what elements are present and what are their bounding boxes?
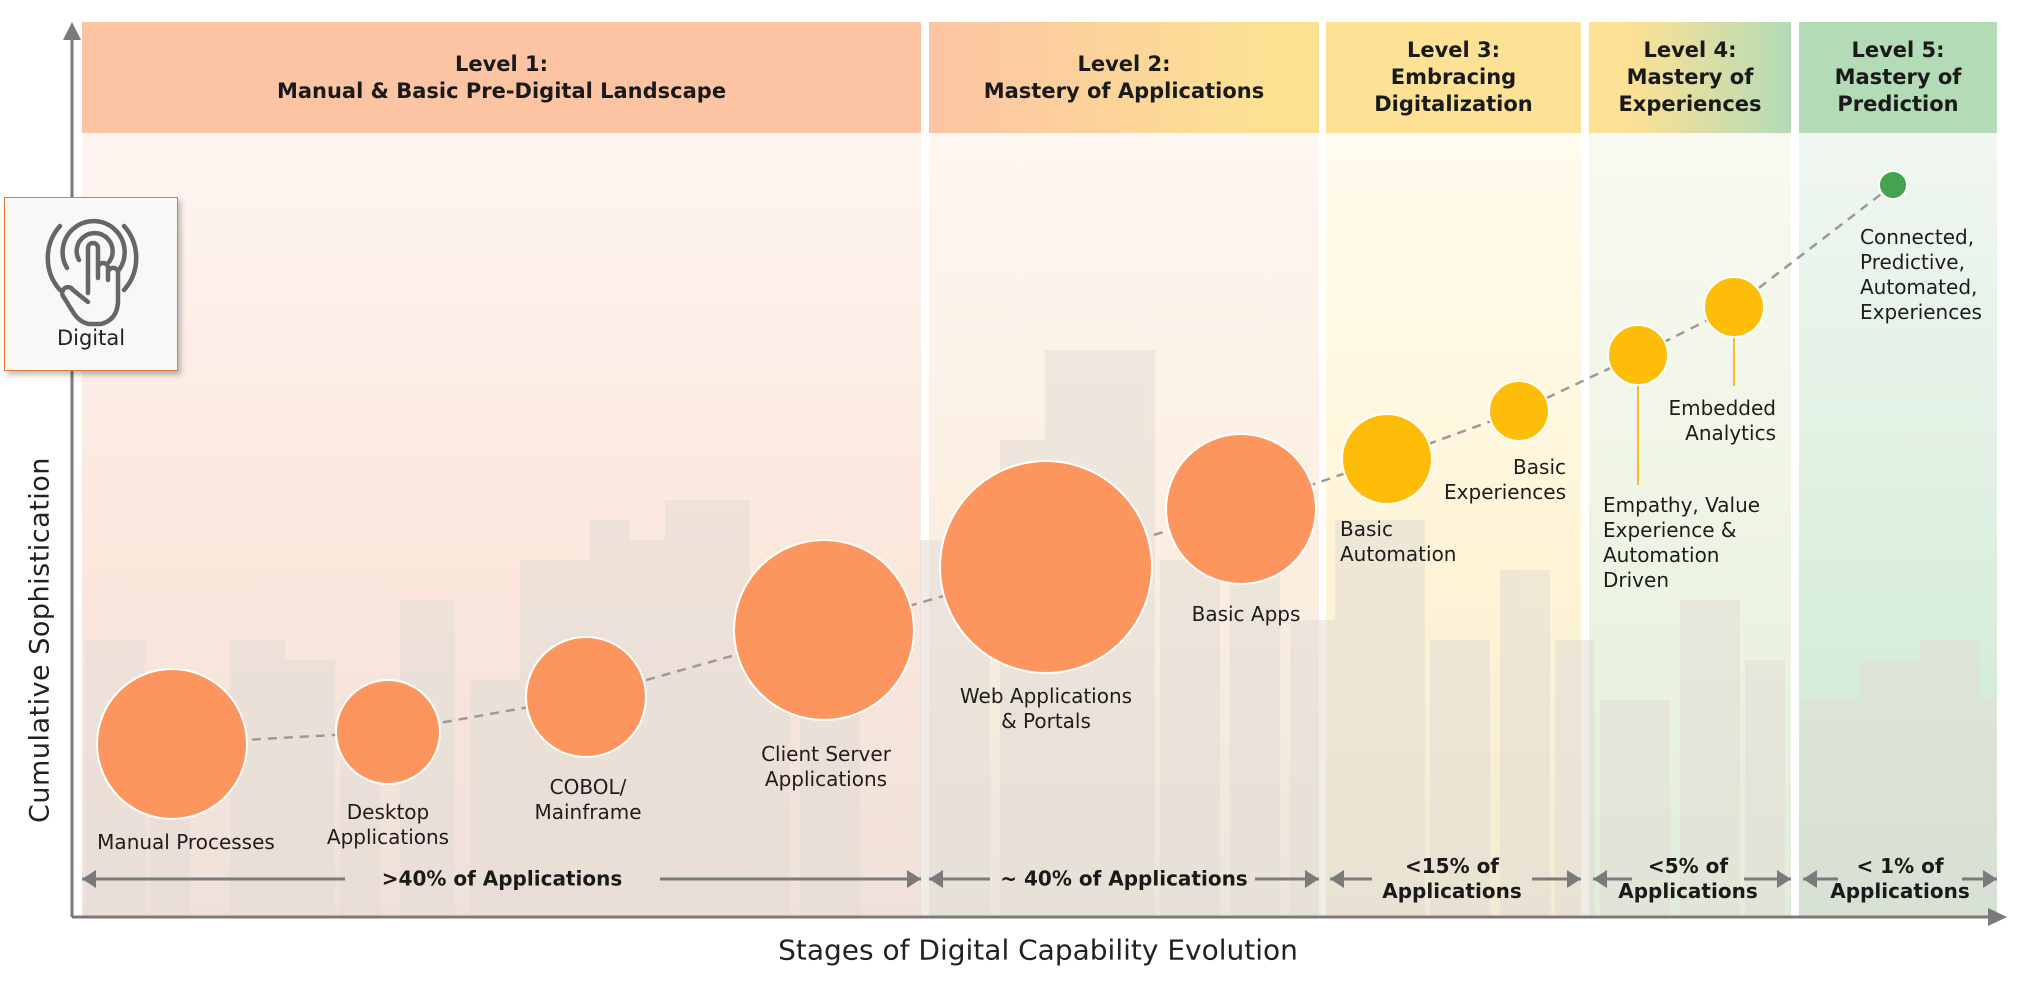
stage-label-line: Basic	[1340, 517, 1393, 541]
stage-label-line: Automated,	[1860, 275, 1978, 299]
stage-label-line: Connected,	[1860, 225, 1975, 249]
stage-label-line: Analytics	[1685, 421, 1776, 445]
stage-bubble-basic-experiences	[1488, 380, 1550, 442]
stage-bubble-cobol	[525, 636, 647, 758]
stage-label-line: Web Applications	[959, 684, 1133, 708]
y-axis-arrow-icon	[63, 22, 81, 40]
y-axis-label: Cumulative Sophistication	[24, 457, 56, 823]
digital-label: Digital	[56, 326, 126, 350]
stage-label-line: Basic	[1513, 455, 1566, 479]
stage-bubble-desktop	[335, 679, 441, 785]
diagram-canvas	[63, 22, 2007, 926]
stage-label-line: Predictive,	[1860, 250, 1965, 274]
stage-label-manual: Manual Processes	[97, 830, 275, 855]
stage-label-line: Experiences	[1444, 480, 1566, 504]
share-line: <15% of	[1404, 854, 1500, 878]
stage-label-client-server: Client Server Applications	[761, 742, 891, 792]
stage-bubble-client-server	[733, 539, 915, 721]
stage-label-line: Embedded	[1668, 396, 1776, 420]
stage-label-cobol: COBOL/Mainframe	[534, 775, 641, 825]
stage-label-embedded-analytics: Embedded Analytics	[1668, 396, 1776, 446]
stage-label-connected: Connected, Predictive, Automated, Experienc…	[1860, 225, 1982, 325]
share-line: Applications	[1618, 879, 1758, 903]
stage-label-line: Applications	[326, 825, 450, 849]
x-axis-arrow-icon	[1988, 908, 2007, 926]
x-axis-label: Stages of Digital Capability Evolution	[778, 933, 1298, 967]
stage-label-line: Empathy, Value	[1603, 493, 1761, 517]
level-1-share: >40% of Applications	[381, 866, 623, 891]
level-4-share: <5% of Applications	[1618, 854, 1757, 904]
stage-label-basic-automation: Basic Automation	[1340, 517, 1456, 567]
stage-label-line: & Portals	[1001, 709, 1091, 733]
share-line: Applications	[1382, 879, 1522, 903]
digital-card: Digital	[4, 197, 178, 371]
stage-label-desktop: Desktop Applications	[327, 800, 449, 850]
stage-label-line: Driven	[1603, 568, 1669, 592]
stage-label-line: Experiences	[1860, 300, 1982, 324]
touch-hand-icon	[45, 218, 139, 327]
stage-label-line: Experience &	[1603, 518, 1737, 542]
arrowhead-icon	[907, 870, 921, 888]
share-line: <5% of	[1647, 854, 1729, 878]
stage-label-line: Client Server	[761, 742, 891, 766]
stage-label-basic-experiences: Basic Experiences	[1444, 455, 1566, 505]
stage-bubble-web-apps	[939, 460, 1153, 674]
stage-label-basic-apps: Basic Apps	[1192, 602, 1301, 627]
stage-bubble-connected	[1878, 170, 1908, 200]
stage-bubble-basic-automation	[1341, 413, 1433, 505]
stage-label-line: Automation	[1340, 542, 1457, 566]
stage-label-empathy: Empathy, Value Experience & Automation Driv…	[1603, 493, 1760, 593]
share-line: < 1% of	[1856, 854, 1944, 878]
stage-bubble-empathy	[1607, 324, 1669, 386]
level-2-share: ~ 40% of Applications	[1000, 866, 1248, 891]
level-5-share: < 1% of Applications	[1830, 854, 1969, 904]
stage-label-line: COBOL/	[549, 775, 627, 799]
stage-bubble-embedded-analytics	[1703, 276, 1765, 338]
skyline-building	[665, 500, 750, 917]
stage-label-web-apps: Web Applications & Portals	[960, 684, 1132, 734]
skyline-building	[1290, 620, 1340, 917]
stage-label-line: Desktop	[346, 800, 430, 824]
stage-label-line: Manual Processes	[97, 830, 275, 854]
stage-label-line: Basic Apps	[1191, 602, 1301, 626]
share-line: Applications	[1830, 879, 1970, 903]
level-3-share: <15% of Applications	[1382, 854, 1521, 904]
stage-label-line: Mainframe	[534, 800, 642, 824]
stage-label-line: Applications	[764, 767, 888, 791]
stage-bubble-basic-apps	[1165, 433, 1317, 585]
stage-bubble-manual	[96, 668, 248, 820]
stage-label-line: Automation	[1603, 543, 1720, 567]
